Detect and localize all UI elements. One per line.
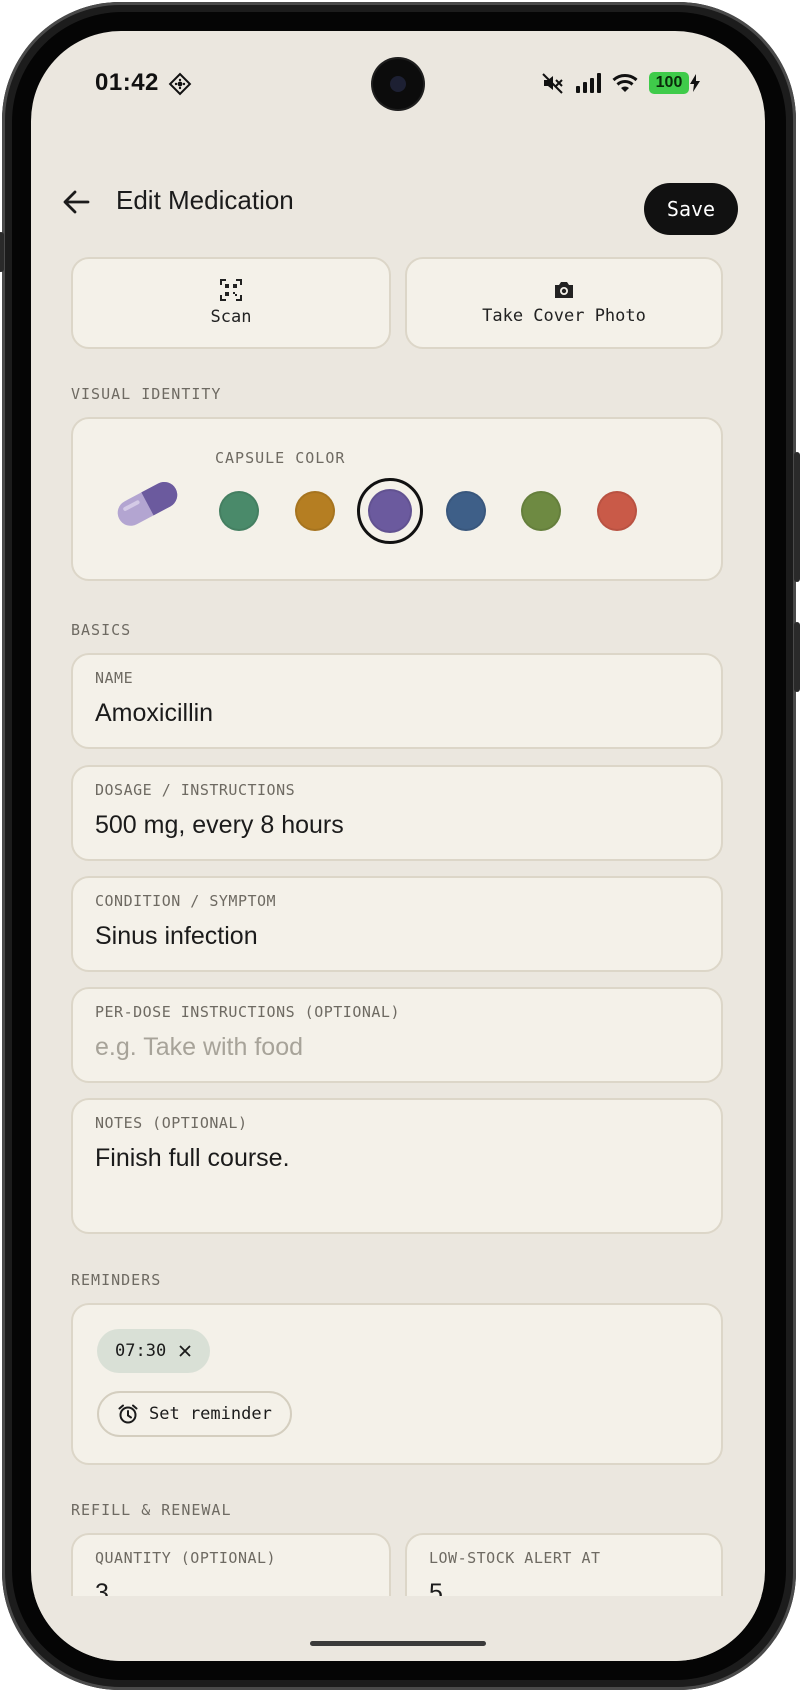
status-bar: 01:42 100 bbox=[31, 31, 765, 141]
back-button[interactable] bbox=[53, 179, 99, 225]
visual-identity-card: CAPSULE COLOR bbox=[71, 417, 723, 581]
color-swatch[interactable] bbox=[445, 491, 486, 531]
capsule-color-label: CAPSULE COLOR bbox=[215, 449, 346, 467]
status-time: 01:42 bbox=[95, 69, 159, 96]
per-dose-instructions-placeholder: e.g. Take with food bbox=[95, 1033, 304, 1061]
side-button bbox=[0, 232, 4, 272]
screen: 01:42 100 Edit Medication Save Scan Take… bbox=[31, 31, 765, 1661]
take-cover-photo-button[interactable]: Take Cover Photo bbox=[405, 257, 723, 349]
dosage-value: 500 mg, every 8 hours bbox=[95, 811, 344, 839]
close-icon[interactable] bbox=[178, 1344, 192, 1358]
color-swatch[interactable] bbox=[294, 491, 335, 531]
set-reminder-label: Set reminder bbox=[149, 1404, 272, 1424]
bottom-nav-area bbox=[31, 1596, 765, 1661]
quantity-label: QUANTITY (OPTIONAL) bbox=[95, 1549, 277, 1567]
scan-button[interactable]: Scan bbox=[71, 257, 391, 349]
set-reminder-button[interactable]: Set reminder bbox=[97, 1391, 292, 1437]
notes-value: Finish full course. bbox=[95, 1144, 290, 1172]
qr-scan-icon bbox=[220, 279, 242, 301]
alarm-clock-icon bbox=[118, 1404, 138, 1424]
home-indicator[interactable] bbox=[310, 1641, 486, 1646]
wifi-icon bbox=[612, 74, 638, 92]
page-title: Edit Medication bbox=[116, 185, 294, 215]
dosage-label: DOSAGE / INSTRUCTIONS bbox=[95, 781, 296, 799]
battery-indicator: 100 bbox=[649, 72, 701, 94]
data-saver-icon bbox=[168, 72, 192, 96]
side-button bbox=[794, 452, 800, 582]
notes-field[interactable]: NOTES (OPTIONAL) Finish full course. bbox=[71, 1098, 723, 1234]
section-label-basics: BASICS bbox=[71, 621, 132, 639]
app-bar: Edit Medication Save bbox=[31, 171, 765, 235]
reminder-chip[interactable]: 07:30 bbox=[97, 1329, 211, 1373]
charging-icon bbox=[690, 74, 700, 92]
condition-label: CONDITION / SYMPTOM bbox=[95, 892, 277, 910]
arrow-left-icon bbox=[63, 190, 90, 214]
per-dose-instructions-label: PER-DOSE INSTRUCTIONS (OPTIONAL) bbox=[95, 1003, 400, 1021]
name-label: NAME bbox=[95, 669, 134, 687]
name-value: Amoxicillin bbox=[95, 699, 214, 727]
battery-level: 100 bbox=[649, 72, 689, 94]
dosage-field[interactable]: DOSAGE / INSTRUCTIONS 500 mg, every 8 ho… bbox=[71, 765, 723, 861]
front-camera bbox=[373, 59, 423, 109]
reminder-time: 07:30 bbox=[115, 1341, 167, 1361]
per-dose-instructions-field[interactable]: PER-DOSE INSTRUCTIONS (OPTIONAL) e.g. Ta… bbox=[71, 987, 723, 1083]
reminders-card: 07:30 Set reminder bbox=[71, 1303, 723, 1465]
camera-icon bbox=[555, 282, 573, 298]
side-button bbox=[794, 622, 800, 692]
save-button[interactable]: Save bbox=[644, 183, 738, 235]
color-swatch[interactable] bbox=[368, 489, 412, 533]
section-label-visual-identity: VISUAL IDENTITY bbox=[71, 385, 222, 403]
condition-field[interactable]: CONDITION / SYMPTOM Sinus infection bbox=[71, 876, 723, 972]
signal-icon bbox=[576, 73, 601, 93]
status-icons: 100 bbox=[541, 69, 701, 97]
take-cover-photo-label: Take Cover Photo bbox=[482, 306, 646, 326]
low-stock-alert-label: LOW-STOCK ALERT AT bbox=[429, 1549, 601, 1567]
notes-label: NOTES (OPTIONAL) bbox=[95, 1114, 248, 1132]
capsule-preview-icon bbox=[117, 481, 178, 526]
color-swatch[interactable] bbox=[219, 491, 259, 531]
condition-value: Sinus infection bbox=[95, 922, 258, 950]
name-field[interactable]: NAME Amoxicillin bbox=[71, 653, 723, 749]
color-swatch[interactable] bbox=[521, 491, 561, 531]
section-label-refill-renewal: REFILL & RENEWAL bbox=[71, 1501, 232, 1519]
color-swatch[interactable] bbox=[596, 491, 637, 531]
mute-icon bbox=[542, 73, 563, 94]
section-label-reminders: REMINDERS bbox=[71, 1271, 162, 1289]
scan-label: Scan bbox=[210, 307, 252, 327]
